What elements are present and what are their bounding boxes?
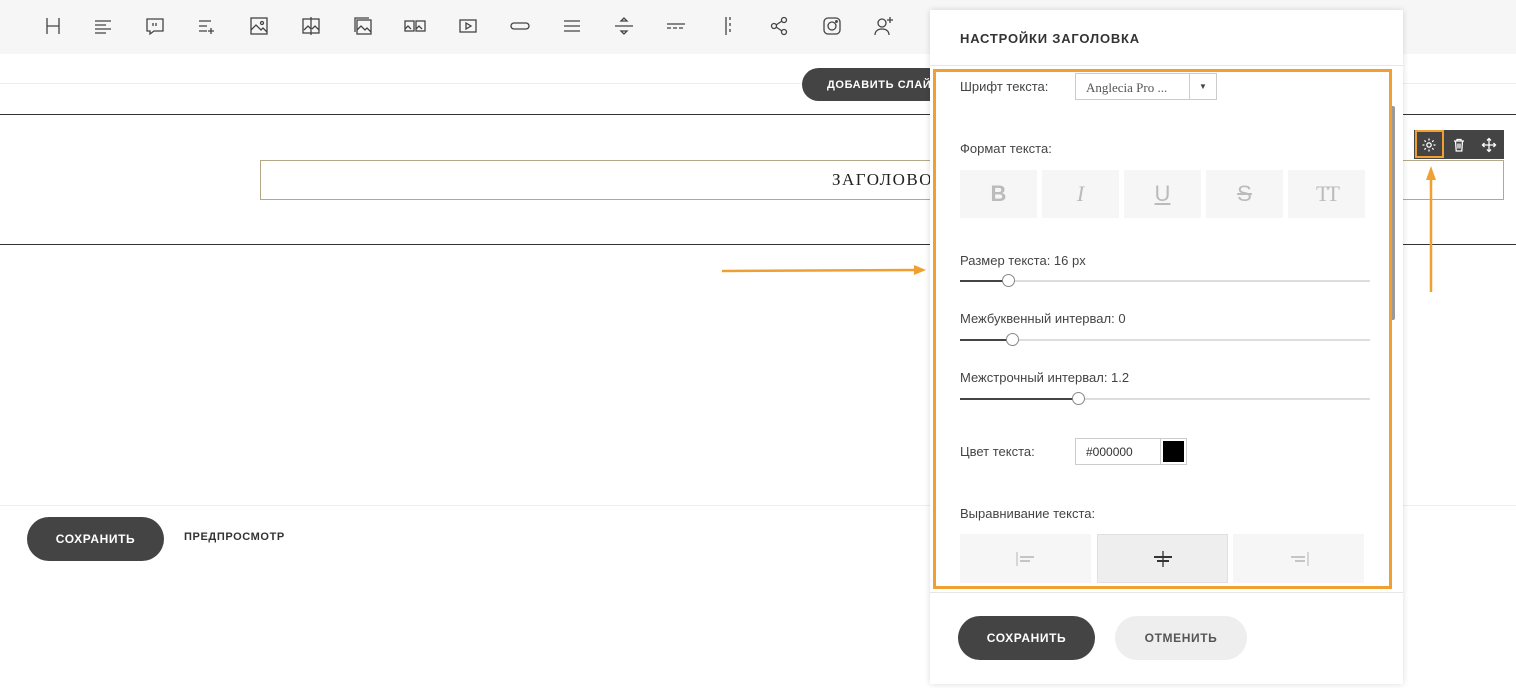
gallery-icon[interactable] bbox=[348, 12, 378, 40]
highlight-frame bbox=[933, 69, 1392, 589]
divider-icon[interactable] bbox=[609, 12, 639, 40]
panel-cancel-button[interactable]: ОТМЕНИТЬ bbox=[1115, 616, 1247, 660]
panel-save-button[interactable]: СОХРАНИТЬ bbox=[958, 616, 1095, 660]
image-icon[interactable] bbox=[244, 12, 274, 40]
menu-icon[interactable] bbox=[557, 12, 587, 40]
preview-link[interactable]: ПРЕДПРОСМОТР bbox=[184, 531, 285, 543]
gear-highlight-frame bbox=[1415, 130, 1444, 158]
video-icon[interactable] bbox=[453, 12, 483, 40]
move-icon[interactable] bbox=[1474, 130, 1504, 159]
vertical-divider-icon[interactable] bbox=[713, 12, 743, 40]
dashed-divider-icon[interactable] bbox=[661, 12, 691, 40]
image-compare-icon[interactable] bbox=[296, 12, 326, 40]
share-icon[interactable] bbox=[764, 12, 794, 40]
trash-icon[interactable] bbox=[1444, 130, 1474, 159]
save-button[interactable]: СОХРАНИТЬ bbox=[27, 517, 164, 561]
heading-text[interactable]: ЗАГОЛОВОК bbox=[832, 170, 946, 190]
user-add-icon[interactable] bbox=[869, 12, 899, 40]
instagram-icon[interactable] bbox=[817, 12, 847, 40]
heading-settings-panel: НАСТРОЙКИ ЗАГОЛОВКА Шрифт текста: Anglec… bbox=[930, 10, 1403, 684]
heading-icon[interactable] bbox=[38, 12, 68, 40]
panel-footer-divider bbox=[930, 592, 1403, 593]
button-icon[interactable] bbox=[505, 12, 535, 40]
quote-icon[interactable] bbox=[140, 12, 170, 40]
panel-header-divider bbox=[930, 65, 1403, 66]
list-add-icon[interactable] bbox=[192, 12, 222, 40]
text-icon[interactable] bbox=[88, 12, 118, 40]
slider-icon[interactable] bbox=[400, 12, 430, 40]
arrow-up-icon bbox=[1426, 166, 1436, 292]
arrow-right-icon bbox=[721, 265, 926, 275]
panel-title: НАСТРОЙКИ ЗАГОЛОВКА bbox=[960, 31, 1140, 46]
